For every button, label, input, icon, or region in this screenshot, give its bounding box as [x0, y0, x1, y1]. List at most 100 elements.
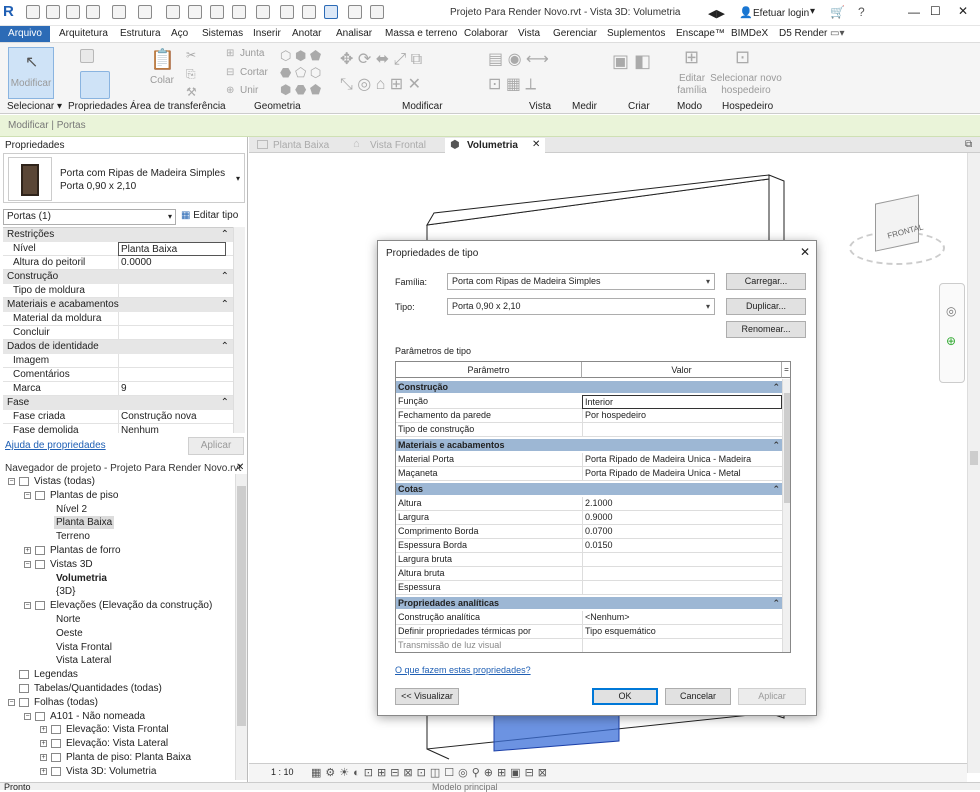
close-icon[interactable]: ✕ — [800, 245, 810, 259]
parameter-value[interactable]: Porta Ripado de Madeira Unica - Madeira — [582, 453, 782, 467]
parameter-value[interactable]: Por hospedeiro — [582, 409, 782, 423]
open-icon[interactable] — [26, 5, 40, 19]
property-value[interactable]: 0.0000 — [118, 256, 226, 270]
parameter-value[interactable]: Interior — [582, 395, 782, 409]
modify-button[interactable]: ↖ Modificar — [8, 47, 54, 99]
3d-view-icon[interactable] — [256, 5, 270, 19]
tree-item[interactable]: Vista 3D: Volumetria — [64, 765, 158, 778]
ok-button[interactable]: OK — [592, 688, 658, 705]
help-icon[interactable]: ? — [858, 5, 865, 19]
collapse-icon[interactable]: ⌃ — [221, 228, 229, 242]
customize-icon[interactable] — [370, 5, 384, 19]
collapse-icon[interactable]: ⌃ — [772, 381, 780, 394]
cut-geometry-label[interactable]: Cortar — [240, 67, 268, 78]
tab-aco[interactable]: Aço — [167, 26, 192, 42]
measure-icon[interactable] — [166, 5, 180, 19]
tree-item[interactable]: Legendas — [32, 668, 80, 681]
create-icon[interactable]: ▣ ◧ — [612, 49, 666, 97]
tree-item[interactable]: Elevação: Vista Frontal — [64, 723, 171, 736]
panel-selecionar[interactable]: Selecionar ▾ — [7, 101, 62, 112]
tab-enscape[interactable]: Enscape™ — [672, 26, 729, 42]
column-options-icon[interactable]: = — [782, 362, 790, 378]
property-value[interactable]: Planta Baixa — [118, 242, 226, 256]
tree-item[interactable]: Vistas 3D — [48, 558, 95, 571]
parameter-value[interactable]: 0.9000 — [582, 511, 782, 525]
property-value[interactable] — [118, 368, 226, 382]
tree-item[interactable]: Elevação: Vista Lateral — [64, 737, 170, 750]
collapse-icon[interactable]: − — [24, 712, 31, 720]
dimension-icon[interactable] — [188, 5, 202, 19]
paste-icon[interactable]: 📋 — [150, 47, 175, 72]
collapse-icon[interactable]: − — [24, 491, 31, 499]
parameter-value[interactable]: Tipo esquemático — [582, 625, 782, 639]
collapse-icon[interactable]: ⌃ — [221, 298, 229, 312]
chevron-down-icon[interactable]: ▾ — [810, 6, 815, 17]
tree-item[interactable]: Tabelas/Quantidades (todas) — [32, 682, 164, 695]
property-value[interactable]: Construção nova — [118, 410, 226, 424]
apply-button[interactable]: Aplicar — [738, 688, 806, 705]
tree-item[interactable]: Volumetria — [54, 572, 109, 585]
tree-item[interactable]: Planta Baixa — [54, 516, 115, 530]
tree-item[interactable]: Norte — [54, 613, 82, 626]
properties-section-header[interactable]: Construção ⌃ — [3, 270, 233, 284]
parameter-value[interactable]: 2.1000 — [582, 497, 782, 511]
view-tab-volumetria[interactable]: Volumetria — [445, 138, 545, 153]
parameter-value[interactable] — [582, 639, 782, 652]
tree-item[interactable]: Plantas de forro — [48, 544, 123, 557]
cut-icon[interactable]: ✂ — [186, 48, 196, 62]
pick-host-icon[interactable]: ⊡ — [735, 47, 750, 68]
text-icon[interactable] — [232, 5, 246, 19]
expand-icon[interactable]: + — [24, 547, 31, 554]
scroll-thumb[interactable] — [784, 393, 790, 503]
view-scrollbar[interactable] — [967, 153, 980, 773]
close-tab-icon[interactable]: ✕ — [532, 139, 540, 150]
parameter-value[interactable] — [582, 581, 782, 595]
unite-label[interactable]: Unir — [240, 85, 258, 96]
tree-item[interactable]: Vista Lateral — [54, 654, 113, 667]
print-icon[interactable] — [138, 5, 152, 19]
login-button[interactable]: Efetuar login — [753, 8, 809, 19]
tile-icon[interactable] — [348, 5, 362, 19]
scale-value[interactable]: 1 : 10 — [271, 767, 294, 777]
parameter-group-header[interactable]: Materiais e acabamentos ⌃ — [396, 439, 790, 452]
tab-d5-render[interactable]: D5 Render — [775, 26, 831, 42]
match-icon[interactable]: ⚒ — [186, 85, 197, 99]
tab-more-icon[interactable]: ▭▾ — [826, 26, 848, 42]
join-icon[interactable]: ⊞ — [226, 48, 234, 59]
tree-item[interactable]: Folhas (todas) — [32, 696, 100, 709]
maximize-icon[interactable]: ☐ — [930, 4, 941, 18]
undo-icon[interactable] — [86, 5, 100, 19]
tab-colaborar[interactable]: Colaborar — [460, 26, 512, 42]
tab-sistemas[interactable]: Sistemas — [198, 26, 247, 42]
expand-icon[interactable]: + — [40, 767, 47, 775]
cart-icon[interactable]: 🛒 — [830, 5, 845, 19]
preview-button[interactable]: << Visualizar — [395, 688, 459, 705]
properties-scrollbar[interactable] — [233, 227, 245, 433]
modify-tools-icon[interactable]: ✥ ⟳ ⬌ ⤢ ⧉ ⤡ ◎ ⌂ ⊞ ✕ — [340, 47, 480, 99]
scroll-thumb[interactable] — [970, 451, 978, 465]
table-scrollbar[interactable] — [782, 379, 790, 652]
copy-icon[interactable]: ⎘ — [186, 67, 196, 82]
sync-icon[interactable] — [66, 5, 80, 19]
properties-icon[interactable] — [80, 49, 94, 63]
save-icon[interactable] — [46, 5, 60, 19]
load-button[interactable]: Carregar... — [726, 273, 806, 290]
edit-family-button[interactable]: Editar família — [672, 73, 712, 97]
scroll-thumb[interactable] — [237, 486, 246, 726]
expand-icon[interactable]: + — [40, 754, 47, 761]
tab-estrutura[interactable]: Estrutura — [116, 26, 165, 42]
collapse-icon[interactable]: ⌃ — [221, 270, 229, 284]
parameter-group-header[interactable]: Cotas ⌃ — [396, 483, 790, 496]
parameter-value[interactable]: <Nenhum> — [582, 611, 782, 625]
pick-host-button[interactable]: Selecionar novo hospedeiro — [708, 73, 784, 97]
tab-gerenciar[interactable]: Gerenciar — [549, 26, 601, 42]
collapse-icon[interactable]: − — [8, 698, 15, 706]
instance-filter[interactable]: Portas (1) ▾ — [3, 209, 176, 225]
parameter-value[interactable]: 0.0700 — [582, 525, 782, 539]
collapse-icon[interactable]: − — [24, 560, 31, 568]
nav-back-icon[interactable]: ◀▶ — [708, 7, 725, 20]
join-label[interactable]: Junta — [240, 48, 264, 59]
tab-arquivo[interactable]: Arquivo — [0, 26, 50, 42]
property-value[interactable]: Nenhum — [118, 424, 226, 433]
revit-logo[interactable]: R — [3, 3, 21, 21]
